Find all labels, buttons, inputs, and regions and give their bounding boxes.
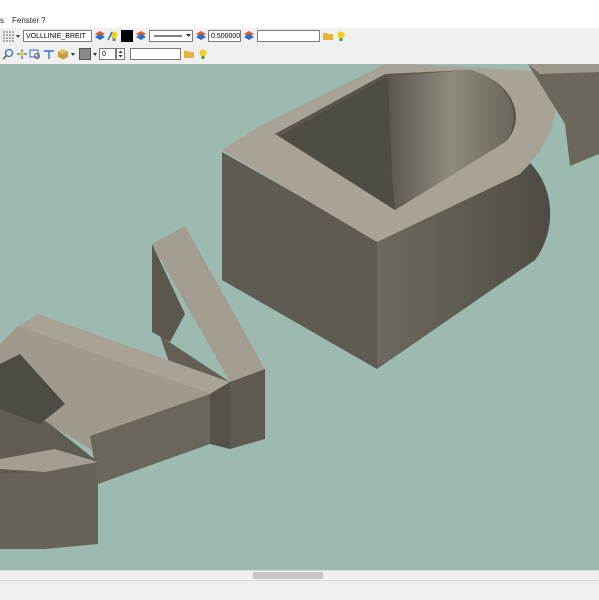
layer-stack-icon[interactable] [243,30,255,42]
horizontal-scrollbar[interactable] [0,570,599,580]
dropdown-arrow-icon[interactable] [70,48,76,60]
letter-d-shape [222,64,599,369]
layer-stack-icon[interactable] [195,30,207,42]
menu-bar: s Fenster ? [0,14,599,29]
window-top-strip [0,0,599,15]
folder-icon[interactable] [183,48,195,60]
linewidth-field[interactable]: 0.500000 [208,30,241,42]
zoom-window-icon[interactable] [29,48,41,60]
measure-icon[interactable] [43,48,55,60]
menu-item-help[interactable]: ? [41,16,45,25]
lightbulb-icon[interactable] [197,48,209,60]
spinner-arrows-icon[interactable] [116,48,125,60]
menu-item-fenster[interactable]: Fenster [12,16,39,25]
extra-property-field[interactable] [257,30,320,42]
properties-toolbar: VOLLLINIE_BREIT 0.500000 [0,28,599,47]
lightbulb-icon[interactable] [335,30,347,42]
line-style-preview-icon [154,34,191,37]
pan-arrows-icon[interactable] [16,48,28,60]
folder-icon[interactable] [322,30,334,42]
linetype-field[interactable]: VOLLLINIE_BREIT [23,30,92,42]
status-bar [0,580,599,600]
3d-viewport[interactable] [0,64,599,570]
line-style-dropdown[interactable] [149,30,193,42]
view-toolbar: 0 [0,46,599,65]
grid-dots-icon[interactable] [2,30,14,42]
layer-stack-icon[interactable] [94,30,106,42]
lightbulb-icon[interactable] [107,30,119,42]
fill-color-swatch[interactable] [79,48,91,60]
color-swatch-black[interactable] [121,30,133,42]
menu-item-extras[interactable]: s [0,16,4,25]
cube-icon[interactable] [57,48,69,60]
scrollbar-thumb[interactable] [253,572,323,579]
text-field[interactable] [130,48,181,60]
3d-model-render [0,64,599,549]
dropdown-arrow-icon[interactable] [15,30,21,42]
zoom-icon[interactable] [2,48,14,60]
dropdown-arrow-icon[interactable] [92,48,98,60]
number-field[interactable]: 0 [99,48,116,60]
letter-z-shape [0,314,230,549]
layer-stack-icon[interactable] [135,30,147,42]
